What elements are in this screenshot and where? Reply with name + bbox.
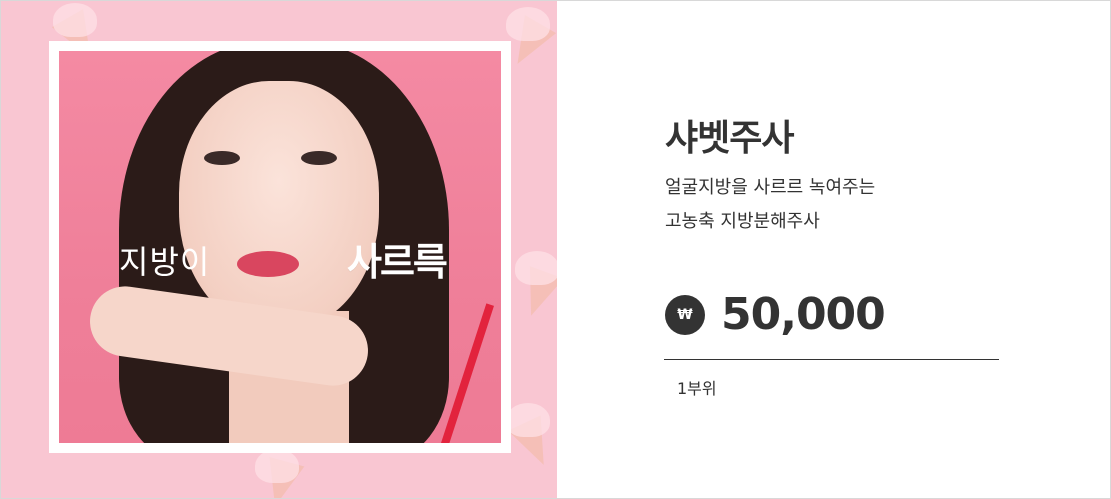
overlay-text-left: 지방이	[119, 243, 211, 281]
photo-frame: 지방이 사르륵	[49, 41, 511, 453]
ice-cream-decoration	[53, 3, 97, 37]
ice-cream-decoration	[255, 449, 299, 483]
product-price: 50,000	[721, 289, 886, 340]
model-photo: 지방이 사르륵	[59, 51, 501, 443]
ice-cream-decoration	[506, 403, 550, 437]
product-description: 얼굴지방을 사르르 녹여주는 고농축 지방분해주사	[665, 171, 875, 239]
price-divider	[664, 359, 999, 360]
overlay-text-right: 사르륵	[347, 240, 448, 284]
product-info: 샤벳주사 얼굴지방을 사르르 녹여주는 고농축 지방분해주사 ₩ 50,000 …	[557, 1, 1110, 498]
product-title: 샤벳주사	[665, 118, 794, 159]
product-visual: 지방이 사르륵	[1, 1, 557, 498]
description-line: 고농축 지방분해주사	[665, 211, 820, 232]
model-eye	[301, 151, 337, 165]
won-sign-icon: ₩	[665, 295, 705, 335]
price-row: ₩ 50,000	[665, 289, 886, 340]
ice-cream-decoration	[515, 251, 557, 285]
model-eye	[204, 151, 240, 165]
description-line: 얼굴지방을 사르르 녹여주는	[665, 177, 876, 198]
price-unit: 1부위	[677, 379, 717, 398]
ice-cream-decoration	[506, 7, 550, 41]
model-lips	[237, 251, 299, 277]
model-face	[179, 81, 379, 331]
product-card: 지방이 사르륵 샤벳주사 얼굴지방을 사르르 녹여주는 고농축 지방분해주사 ₩…	[0, 0, 1111, 499]
